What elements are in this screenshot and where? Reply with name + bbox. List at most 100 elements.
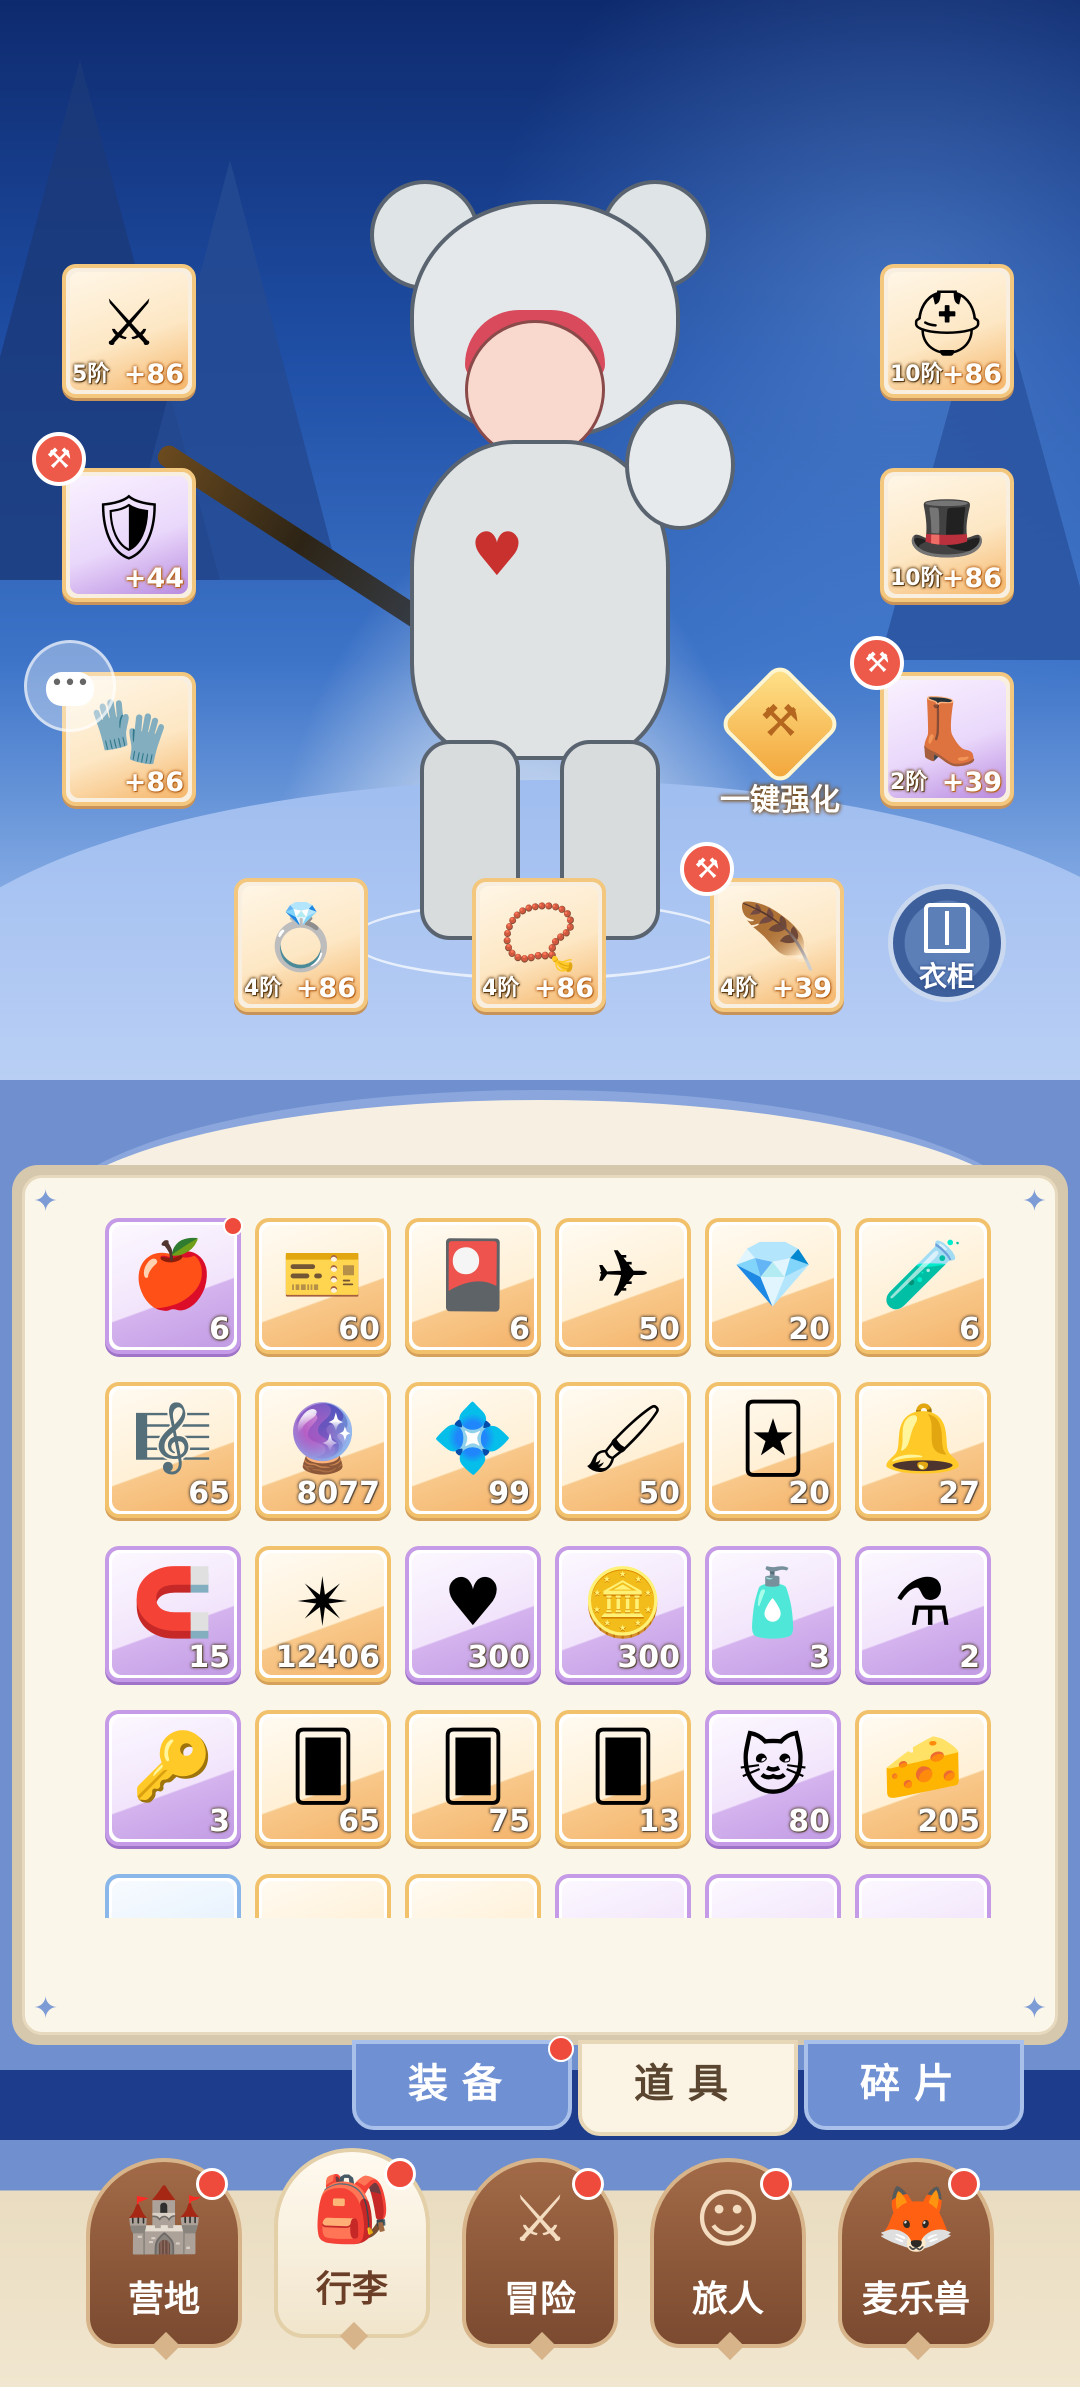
item-count: 12406 (275, 1640, 380, 1675)
inventory-item[interactable] (105, 1874, 241, 1918)
hammer-icon[interactable]: ⚒ (32, 432, 86, 486)
equip-slot-boots[interactable]: 👢 2阶 +39 (880, 672, 1014, 806)
nav-traveler[interactable]: ☺ 旅人 (650, 2158, 806, 2361)
inventory-item[interactable]: 🎫 60 (255, 1218, 391, 1354)
waving-hand (625, 400, 735, 530)
inventory-item[interactable]: ⚗ 2 (855, 1546, 991, 1682)
inventory-item[interactable] (405, 1874, 541, 1918)
inventory-item[interactable]: 🧀 205 (855, 1710, 991, 1846)
inventory-item[interactable]: 🃏 20 (705, 1382, 841, 1518)
wardrobe-button[interactable]: 衣柜 (888, 884, 1006, 1002)
item-background (862, 1881, 984, 1918)
inventory-item[interactable]: 🍎 6 (105, 1218, 243, 1354)
inventory-item[interactable]: 🔔 27 (855, 1382, 991, 1518)
inventory-item[interactable] (555, 1874, 691, 1918)
equip-tier: 5阶 (72, 362, 110, 387)
item-count: 20 (788, 1476, 830, 1511)
equip-slot-necklace[interactable]: 📿 4阶 +86 (472, 878, 606, 1012)
item-count: 6 (959, 1312, 980, 1347)
item-count: 65 (338, 1804, 380, 1839)
player-character[interactable]: ♥ (370, 180, 735, 940)
tab-label: 装备 (408, 2061, 516, 2107)
equip-slot-armor[interactable]: 🛡 +44 (62, 468, 196, 602)
inventory-item[interactable]: 🎼 65 (105, 1382, 241, 1518)
inventory-item[interactable]: ✈ 50 (555, 1218, 691, 1354)
inventory-item[interactable]: 💎 20 (705, 1218, 841, 1354)
equip-level: +39 (771, 973, 832, 1004)
ticket-icon: 🎫 (281, 1236, 365, 1313)
inventory-item[interactable] (705, 1874, 841, 1918)
equip-slot-ring[interactable]: 💍 4阶 +86 (234, 878, 368, 1012)
item-background (112, 1881, 234, 1918)
inventory-item[interactable]: 🂠 13 (555, 1710, 691, 1846)
card-icon: 🎴 (431, 1236, 515, 1313)
anvil-icon: ⚒ (760, 696, 800, 747)
wardrobe-icon (924, 903, 970, 953)
equip-slot-hood[interactable]: 🎩 10阶 +86 (880, 468, 1014, 602)
star-crystal-icon: ✴ (295, 1564, 351, 1641)
item-background: 🐱 80 (712, 1717, 834, 1839)
equip-slot-weapon[interactable]: ⚔ 5阶 +86 (62, 264, 196, 398)
inventory-item[interactable] (855, 1874, 991, 1918)
tab-equipment[interactable]: 装备 (352, 2036, 574, 2130)
chat-button[interactable]: ••• (24, 640, 116, 732)
inventory-item[interactable]: ♥ 300 (405, 1546, 541, 1682)
item-background: 🎴 6 (412, 1225, 534, 1347)
notification-dot (196, 2168, 228, 2200)
item-count: 80 (788, 1804, 830, 1839)
red-potion-icon: ⚗ (893, 1564, 953, 1641)
boots-icon: 👢 (907, 695, 987, 769)
nav-label: 麦乐兽 (861, 2279, 970, 2320)
item-count: 15 (188, 1640, 230, 1675)
nav-adventure[interactable]: ⚔ 冒险 (462, 2158, 618, 2361)
portal-orb-icon: 🔮 (281, 1400, 365, 1477)
one-click-enhance-button[interactable]: ⚒ 一键强化 (700, 661, 860, 820)
wardrobe-label: 衣柜 (918, 960, 975, 993)
equip-level: +86 (941, 563, 1002, 594)
inventory-item[interactable]: 🎴 6 (405, 1218, 541, 1354)
apple-icon: 🍎 (131, 1236, 215, 1313)
corner-star-icon: ✦ (33, 1991, 59, 2026)
inventory-item[interactable]: 🔑 3 (105, 1710, 241, 1846)
equip-slot-earring[interactable]: 🪶 4阶 +39 (710, 878, 844, 1012)
item-count: 205 (917, 1804, 980, 1839)
hammer-icon[interactable]: ⚒ (680, 842, 734, 896)
harp-icon: 🎼 (131, 1400, 215, 1477)
inventory-item[interactable]: 🐱 80 (705, 1710, 841, 1846)
nav-luggage[interactable]: 🎒 行李 (274, 2148, 430, 2351)
inventory-item[interactable]: 🂠 75 (405, 1710, 541, 1846)
nav-pet[interactable]: 🦊 麦乐兽 (838, 2158, 994, 2361)
item-background: 🔑 3 (112, 1717, 234, 1839)
inventory-item[interactable]: ✴ 12406 (255, 1546, 391, 1682)
inventory-item[interactable] (255, 1874, 391, 1918)
tab-items[interactable]: 道具 (578, 2040, 798, 2136)
paper-plane-icon: ✈ (595, 1236, 651, 1313)
inventory-item[interactable]: 🧲 15 (105, 1546, 241, 1682)
item-background: ✴ 12406 (262, 1553, 384, 1675)
inventory-item[interactable]: 🖌 50 (555, 1382, 691, 1518)
item-background: 💠 99 (412, 1389, 534, 1511)
equip-slot-helmet[interactable]: ⛑ 10阶 +86 (880, 264, 1014, 398)
nav-label: 行李 (315, 2269, 388, 2310)
inventory-item[interactable]: 🂠 65 (255, 1710, 391, 1846)
inventory-item[interactable]: 🔮 8077 (255, 1382, 391, 1518)
item-background: 🎼 65 (112, 1389, 234, 1511)
inventory-item[interactable]: 🪙 300 (555, 1546, 691, 1682)
item-grid[interactable]: 🍎 6 🎫 60 🎴 6 ✈ 50 💎 20 🧪 6 🎼 65 🔮 8077 💠 99 🖌 50 🃏 20 🔔 27 🧲 15 ✴ 1… (105, 1218, 1005, 1918)
item-count: 3 (209, 1804, 230, 1839)
tab-fragments[interactable]: 碎片 (804, 2040, 1024, 2130)
item-background: 🧀 205 (862, 1717, 984, 1839)
equip-level: +44 (123, 563, 184, 594)
inventory-item[interactable]: 💠 99 (405, 1382, 541, 1518)
item-count: 300 (467, 1640, 530, 1675)
necklace-icon: 📿 (499, 901, 579, 975)
nav-camp[interactable]: 🏰 营地 (86, 2158, 242, 2361)
item-background: 🧲 15 (112, 1553, 234, 1675)
inventory-item[interactable]: 🧪 6 (855, 1218, 991, 1354)
inventory-item[interactable]: 🧴 3 (705, 1546, 841, 1682)
equip-level: +86 (295, 973, 356, 1004)
heart-coin-icon: 🪙 (581, 1564, 665, 1641)
item-count: 50 (638, 1312, 680, 1347)
blue-bottle-icon: 🧴 (731, 1564, 815, 1641)
item-background: 🧴 3 (712, 1553, 834, 1675)
